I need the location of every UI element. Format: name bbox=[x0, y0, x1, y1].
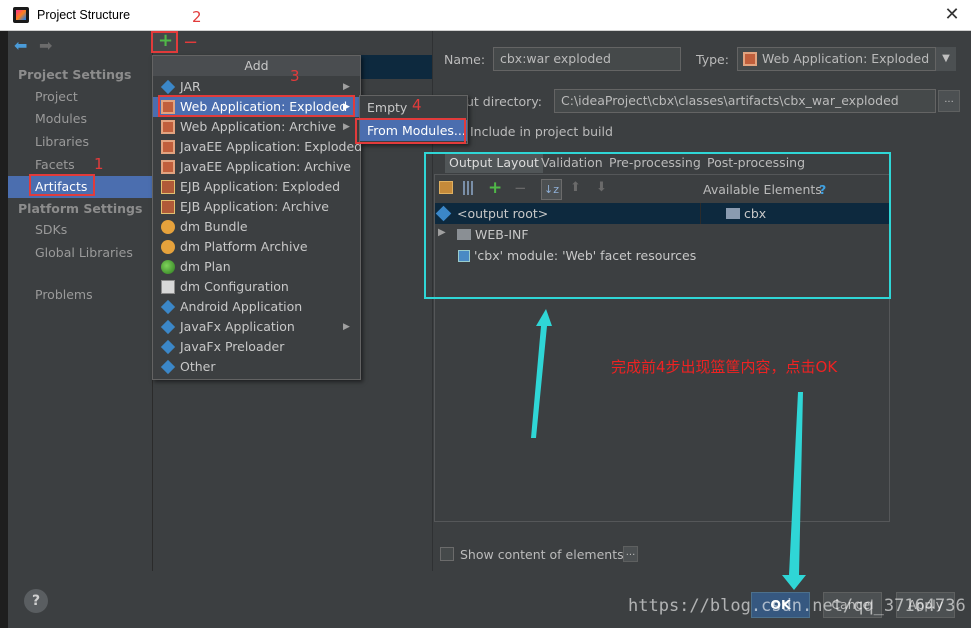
arrow-up-to-layout bbox=[531, 309, 552, 438]
arrow-down-to-ok bbox=[782, 392, 806, 590]
annotation-arrows bbox=[531, 309, 806, 590]
